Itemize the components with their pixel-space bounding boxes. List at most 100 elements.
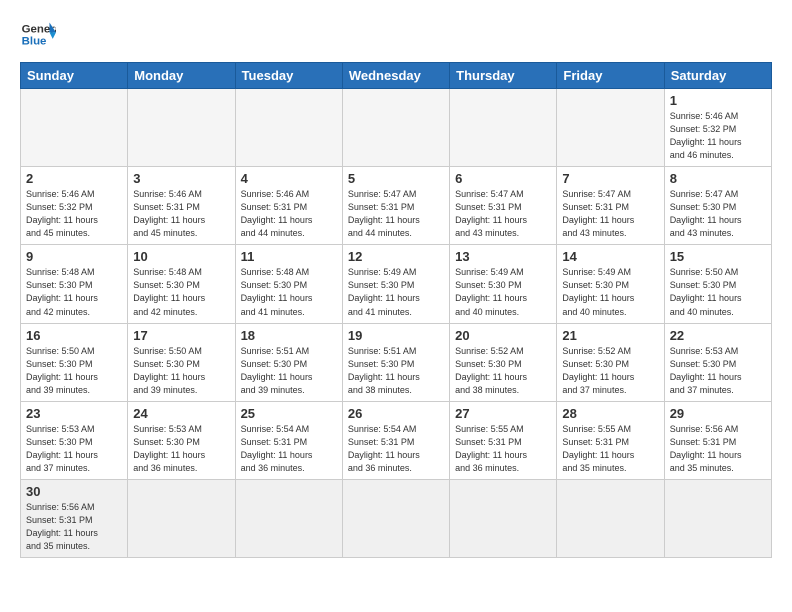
calendar-cell xyxy=(664,479,771,557)
day-info: Sunrise: 5:52 AMSunset: 5:30 PMDaylight:… xyxy=(455,345,551,397)
day-number: 13 xyxy=(455,249,551,264)
day-info: Sunrise: 5:53 AMSunset: 5:30 PMDaylight:… xyxy=(26,423,122,475)
day-info: Sunrise: 5:47 AMSunset: 5:31 PMDaylight:… xyxy=(562,188,658,240)
calendar-table: SundayMondayTuesdayWednesdayThursdayFrid… xyxy=(20,62,772,558)
calendar-cell xyxy=(128,479,235,557)
calendar-cell: 29 Sunrise: 5:56 AMSunset: 5:31 PMDayligh… xyxy=(664,401,771,479)
calendar-cell: 27 Sunrise: 5:55 AMSunset: 5:31 PMDayligh… xyxy=(450,401,557,479)
svg-text:Blue: Blue xyxy=(22,36,47,48)
day-number: 27 xyxy=(455,406,551,421)
calendar-cell: 1 Sunrise: 5:46 AMSunset: 5:32 PMDaylight… xyxy=(664,89,771,167)
day-number: 8 xyxy=(670,171,766,186)
page: General Blue SundayMondayTuesdayWednesda… xyxy=(0,0,792,568)
calendar-cell: 11 Sunrise: 5:48 AMSunset: 5:30 PMDayligh… xyxy=(235,245,342,323)
day-info: Sunrise: 5:53 AMSunset: 5:30 PMDaylight:… xyxy=(133,423,229,475)
day-number: 16 xyxy=(26,328,122,343)
day-number: 30 xyxy=(26,484,122,499)
day-number: 22 xyxy=(670,328,766,343)
day-number: 11 xyxy=(241,249,337,264)
day-number: 29 xyxy=(670,406,766,421)
day-number: 26 xyxy=(348,406,444,421)
calendar-cell: 13Sunrise: 5:49 AMSunset: 5:30 PMDayligh… xyxy=(450,245,557,323)
calendar-cell: 14Sunrise: 5:49 AMSunset: 5:30 PMDayligh… xyxy=(557,245,664,323)
day-number: 1 xyxy=(670,93,766,108)
day-number: 9 xyxy=(26,249,122,264)
day-info: Sunrise: 5:46 AMSunset: 5:31 PMDaylight:… xyxy=(241,188,337,240)
day-info: Sunrise: 5:48 AMSunset: 5:30 PMDaylight:… xyxy=(241,266,337,318)
day-number: 18 xyxy=(241,328,337,343)
calendar-week-4: 16 Sunrise: 5:50 AMSunset: 5:30 PMDayligh… xyxy=(21,323,772,401)
day-info: Sunrise: 5:46 AMSunset: 5:32 PMDaylight:… xyxy=(670,110,766,162)
day-info: Sunrise: 5:54 AMSunset: 5:31 PMDaylight:… xyxy=(241,423,337,475)
calendar-cell: 23 Sunrise: 5:53 AMSunset: 5:30 PMDayligh… xyxy=(21,401,128,479)
calendar-cell: 17 Sunrise: 5:50 AMSunset: 5:30 PMDayligh… xyxy=(128,323,235,401)
calendar-cell xyxy=(450,89,557,167)
calendar-week-6: 30 Sunrise: 5:56 AMSunset: 5:31 PMDayligh… xyxy=(21,479,772,557)
day-info: Sunrise: 5:46 AMSunset: 5:32 PMDaylight:… xyxy=(26,188,122,240)
calendar-cell xyxy=(21,89,128,167)
day-number: 10 xyxy=(133,249,229,264)
calendar-cell xyxy=(235,479,342,557)
day-info: Sunrise: 5:48 AMSunset: 5:30 PMDaylight:… xyxy=(26,266,122,318)
day-number: 7 xyxy=(562,171,658,186)
day-number: 23 xyxy=(26,406,122,421)
calendar-cell: 19Sunrise: 5:51 AMSunset: 5:30 PMDayligh… xyxy=(342,323,449,401)
calendar-cell: 26 Sunrise: 5:54 AMSunset: 5:31 PMDayligh… xyxy=(342,401,449,479)
calendar-cell: 18 Sunrise: 5:51 AMSunset: 5:30 PMDayligh… xyxy=(235,323,342,401)
day-info: Sunrise: 5:50 AMSunset: 5:30 PMDaylight:… xyxy=(26,345,122,397)
day-info: Sunrise: 5:47 AMSunset: 5:31 PMDaylight:… xyxy=(348,188,444,240)
weekday-tuesday: Tuesday xyxy=(235,63,342,89)
day-info: Sunrise: 5:49 AMSunset: 5:30 PMDaylight:… xyxy=(348,266,444,318)
day-number: 3 xyxy=(133,171,229,186)
day-info: Sunrise: 5:52 AMSunset: 5:30 PMDaylight:… xyxy=(562,345,658,397)
calendar-cell: 15Sunrise: 5:50 AMSunset: 5:30 PMDayligh… xyxy=(664,245,771,323)
day-number: 4 xyxy=(241,171,337,186)
calendar-cell xyxy=(450,479,557,557)
day-number: 24 xyxy=(133,406,229,421)
day-info: Sunrise: 5:50 AMSunset: 5:30 PMDaylight:… xyxy=(133,345,229,397)
day-info: Sunrise: 5:55 AMSunset: 5:31 PMDaylight:… xyxy=(562,423,658,475)
calendar-cell: 20Sunrise: 5:52 AMSunset: 5:30 PMDayligh… xyxy=(450,323,557,401)
calendar-cell: 10 Sunrise: 5:48 AMSunset: 5:30 PMDayligh… xyxy=(128,245,235,323)
calendar-cell: 5 Sunrise: 5:47 AMSunset: 5:31 PMDaylight… xyxy=(342,167,449,245)
calendar-cell: 4 Sunrise: 5:46 AMSunset: 5:31 PMDaylight… xyxy=(235,167,342,245)
calendar-cell: 7 Sunrise: 5:47 AMSunset: 5:31 PMDaylight… xyxy=(557,167,664,245)
calendar-week-1: 1 Sunrise: 5:46 AMSunset: 5:32 PMDaylight… xyxy=(21,89,772,167)
day-number: 6 xyxy=(455,171,551,186)
calendar-cell: 6 Sunrise: 5:47 AMSunset: 5:31 PMDaylight… xyxy=(450,167,557,245)
weekday-wednesday: Wednesday xyxy=(342,63,449,89)
day-info: Sunrise: 5:54 AMSunset: 5:31 PMDaylight:… xyxy=(348,423,444,475)
day-info: Sunrise: 5:56 AMSunset: 5:31 PMDaylight:… xyxy=(26,501,122,553)
day-info: Sunrise: 5:46 AMSunset: 5:31 PMDaylight:… xyxy=(133,188,229,240)
day-info: Sunrise: 5:55 AMSunset: 5:31 PMDaylight:… xyxy=(455,423,551,475)
calendar-cell xyxy=(342,89,449,167)
day-number: 17 xyxy=(133,328,229,343)
day-info: Sunrise: 5:48 AMSunset: 5:30 PMDaylight:… xyxy=(133,266,229,318)
calendar-week-5: 23 Sunrise: 5:53 AMSunset: 5:30 PMDayligh… xyxy=(21,401,772,479)
calendar-cell: 30 Sunrise: 5:56 AMSunset: 5:31 PMDayligh… xyxy=(21,479,128,557)
day-info: Sunrise: 5:53 AMSunset: 5:30 PMDaylight:… xyxy=(670,345,766,397)
calendar-cell xyxy=(557,89,664,167)
day-info: Sunrise: 5:51 AMSunset: 5:30 PMDaylight:… xyxy=(241,345,337,397)
calendar-cell: 24 Sunrise: 5:53 AMSunset: 5:30 PMDayligh… xyxy=(128,401,235,479)
day-number: 12 xyxy=(348,249,444,264)
calendar-cell: 3 Sunrise: 5:46 AMSunset: 5:31 PMDaylight… xyxy=(128,167,235,245)
weekday-header-row: SundayMondayTuesdayWednesdayThursdayFrid… xyxy=(21,63,772,89)
logo-icon: General Blue xyxy=(20,16,56,52)
calendar-cell: 22 Sunrise: 5:53 AMSunset: 5:30 PMDayligh… xyxy=(664,323,771,401)
calendar-cell: 2Sunrise: 5:46 AMSunset: 5:32 PMDaylight… xyxy=(21,167,128,245)
day-number: 21 xyxy=(562,328,658,343)
calendar-cell: 8Sunrise: 5:47 AMSunset: 5:30 PMDaylight… xyxy=(664,167,771,245)
calendar-cell: 16 Sunrise: 5:50 AMSunset: 5:30 PMDayligh… xyxy=(21,323,128,401)
day-number: 5 xyxy=(348,171,444,186)
day-info: Sunrise: 5:47 AMSunset: 5:31 PMDaylight:… xyxy=(455,188,551,240)
day-number: 25 xyxy=(241,406,337,421)
weekday-friday: Friday xyxy=(557,63,664,89)
calendar-cell xyxy=(235,89,342,167)
day-info: Sunrise: 5:50 AMSunset: 5:30 PMDaylight:… xyxy=(670,266,766,318)
day-number: 14 xyxy=(562,249,658,264)
logo: General Blue xyxy=(20,16,56,52)
day-info: Sunrise: 5:56 AMSunset: 5:31 PMDaylight:… xyxy=(670,423,766,475)
day-number: 28 xyxy=(562,406,658,421)
calendar-cell xyxy=(342,479,449,557)
